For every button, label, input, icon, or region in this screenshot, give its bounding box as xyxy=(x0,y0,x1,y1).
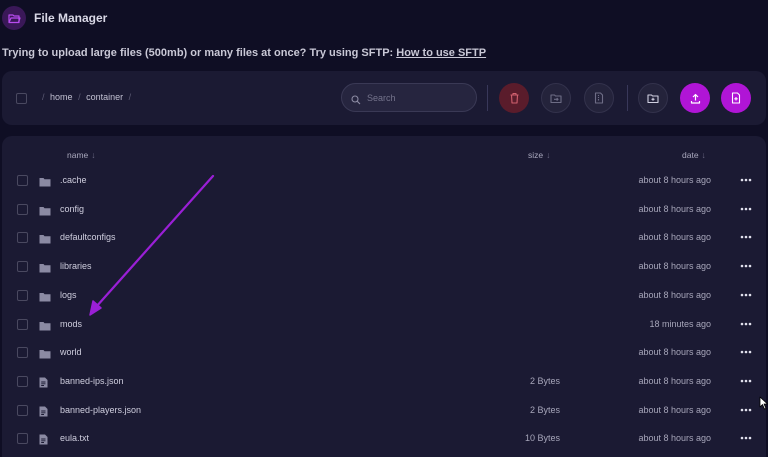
table-row[interactable]: eula.txt 10 Bytes about 8 hours ago xyxy=(2,424,766,453)
folder-icon xyxy=(39,346,51,364)
file-icon xyxy=(39,432,48,450)
search-input[interactable] xyxy=(367,90,467,106)
row-checkbox[interactable] xyxy=(17,175,28,186)
table-row[interactable]: .cache about 8 hours ago xyxy=(2,166,766,195)
file-size: 10 Bytes xyxy=(524,433,560,444)
folder-icon xyxy=(39,203,51,221)
row-checkbox[interactable] xyxy=(17,203,28,215)
toolbar-divider xyxy=(627,85,628,111)
sftp-notice-text: Trying to upload large files (500mb) or … xyxy=(2,47,394,59)
more-options-icon[interactable] xyxy=(738,289,754,301)
folder-plus-icon xyxy=(647,93,659,103)
file-name[interactable]: world xyxy=(60,347,82,357)
row-checkbox[interactable] xyxy=(17,433,28,445)
toolbar: / home / container / xyxy=(2,71,766,125)
sftp-help-link[interactable]: How to use SFTP xyxy=(396,47,486,59)
folder-icon xyxy=(39,231,51,249)
file-name[interactable]: banned-ips.json xyxy=(60,376,124,386)
more-options-icon[interactable] xyxy=(738,231,754,243)
file-name[interactable]: banned-players.json xyxy=(60,405,141,415)
file-date: about 8 hours ago xyxy=(638,347,711,358)
more-options-icon[interactable] xyxy=(738,203,754,215)
file-icon xyxy=(39,375,48,393)
file-date: about 8 hours ago xyxy=(638,375,711,386)
more-options-icon[interactable] xyxy=(738,346,754,358)
file-name[interactable]: mods xyxy=(60,319,82,329)
file-date: 18 minutes ago xyxy=(649,318,711,329)
search-icon xyxy=(351,92,361,110)
table-row[interactable]: mods 18 minutes ago xyxy=(2,310,766,339)
more-options-icon[interactable] xyxy=(738,174,754,186)
file-date: about 8 hours ago xyxy=(638,175,711,185)
name-column-header[interactable]: name ↓ xyxy=(67,150,96,160)
folder-move-icon xyxy=(550,93,562,103)
folder-icon xyxy=(39,318,51,336)
file-size: 2 Bytes xyxy=(529,404,560,415)
file-date: about 8 hours ago xyxy=(638,289,711,300)
more-options-icon[interactable] xyxy=(738,318,754,330)
file-name[interactable]: .cache xyxy=(60,175,87,185)
folder-icon xyxy=(39,174,51,192)
table-row[interactable]: banned-players.json 2 Bytes about 8 hours … xyxy=(2,396,766,425)
select-all-checkbox[interactable] xyxy=(16,93,27,104)
page-title: File Manager xyxy=(34,11,108,25)
more-options-icon[interactable] xyxy=(738,260,754,272)
table-row[interactable]: libraries about 8 hours ago xyxy=(2,252,766,281)
row-checkbox[interactable] xyxy=(17,375,28,387)
file-plus-icon xyxy=(731,92,741,104)
new-folder-button[interactable] xyxy=(638,83,668,113)
upload-icon xyxy=(690,93,700,104)
file-date: about 8 hours ago xyxy=(638,433,711,444)
table-row[interactable]: config about 8 hours ago xyxy=(2,195,766,224)
file-name[interactable]: eula.txt xyxy=(60,433,89,443)
table-row[interactable]: banned-ips.json 2 Bytes about 8 hours ago xyxy=(2,367,766,396)
date-column-header[interactable]: date ↓ xyxy=(682,150,706,160)
sort-icon: ↓ xyxy=(701,150,706,160)
table-row[interactable]: world about 8 hours ago xyxy=(2,338,766,367)
trash-icon xyxy=(510,92,518,104)
row-checkbox[interactable] xyxy=(17,289,28,301)
mouse-cursor-icon xyxy=(759,396,768,410)
more-options-icon[interactable] xyxy=(738,375,754,387)
file-date: about 8 hours ago xyxy=(638,261,711,272)
archive-button[interactable] xyxy=(584,83,614,113)
row-checkbox[interactable] xyxy=(17,347,28,359)
more-options-icon[interactable] xyxy=(738,404,754,416)
new-file-button[interactable] xyxy=(721,83,751,113)
folder-open-icon xyxy=(2,6,26,30)
sort-desc-icon: ↓ xyxy=(91,150,96,160)
file-name[interactable]: defaultconfigs xyxy=(60,232,116,242)
file-size: 2 Bytes xyxy=(529,375,560,386)
header: File Manager xyxy=(0,0,768,38)
toolbar-divider xyxy=(487,85,488,111)
row-checkbox[interactable] xyxy=(17,404,28,416)
file-date: about 8 hours ago xyxy=(638,404,711,415)
row-checkbox[interactable] xyxy=(17,232,28,244)
folder-icon xyxy=(39,289,51,307)
size-column-header[interactable]: size ↓ xyxy=(528,150,550,160)
file-date: about 8 hours ago xyxy=(638,203,711,214)
delete-button[interactable] xyxy=(499,83,529,113)
breadcrumb-container[interactable]: container xyxy=(86,92,123,102)
row-checkbox[interactable] xyxy=(17,318,28,330)
upload-button[interactable] xyxy=(680,83,710,113)
search-box[interactable] xyxy=(341,83,477,112)
sort-icon: ↓ xyxy=(546,150,551,160)
row-checkbox[interactable] xyxy=(17,261,28,273)
breadcrumb: / home / container / xyxy=(42,92,132,102)
table-row[interactable]: logs about 8 hours ago xyxy=(2,281,766,310)
file-icon xyxy=(39,404,48,422)
move-button[interactable] xyxy=(541,83,571,113)
folder-icon xyxy=(39,260,51,278)
file-name[interactable]: logs xyxy=(60,290,77,300)
sftp-notice: Trying to upload large files (500mb) or … xyxy=(2,47,486,59)
file-table: name ↓ size ↓ date ↓ .cache about 8 hours ag… xyxy=(2,136,766,457)
file-zip-icon xyxy=(594,92,604,104)
file-name[interactable]: libraries xyxy=(60,261,92,271)
file-name[interactable]: config xyxy=(60,204,84,214)
file-date: about 8 hours ago xyxy=(638,232,711,243)
table-row[interactable]: defaultconfigs about 8 hours ago xyxy=(2,223,766,252)
more-options-icon[interactable] xyxy=(738,432,754,444)
breadcrumb-home[interactable]: home xyxy=(50,92,73,102)
